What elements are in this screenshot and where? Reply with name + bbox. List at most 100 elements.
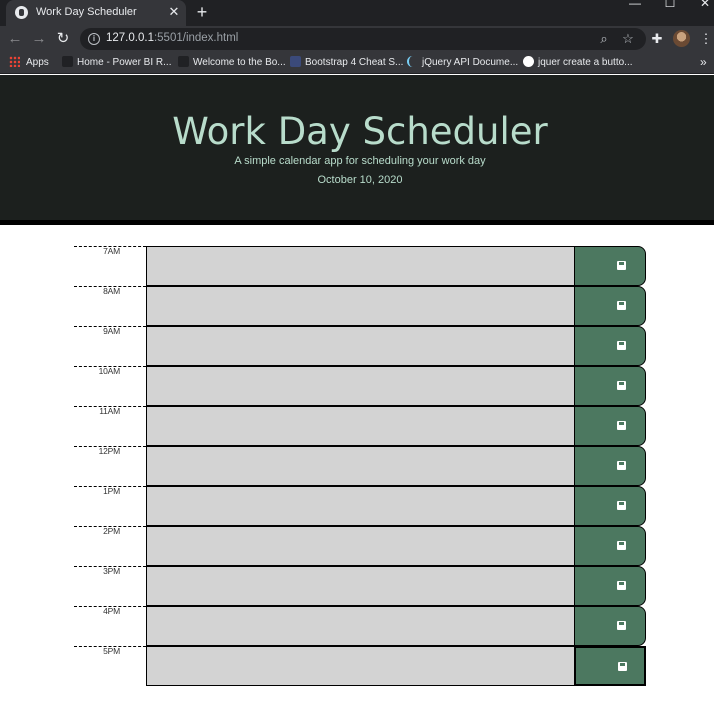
event-textarea[interactable] xyxy=(146,646,574,686)
save-button[interactable] xyxy=(574,446,646,486)
time-block-row: 4PM xyxy=(74,606,647,646)
event-textarea[interactable] xyxy=(146,286,574,326)
h-icon xyxy=(290,56,301,67)
bookmark-jquery[interactable]: jQuery API Docume... xyxy=(407,56,518,70)
bookmarks-overflow-icon[interactable]: » xyxy=(700,55,707,69)
floppy-disk-icon xyxy=(618,662,627,671)
browser-toolbar: ← → ↻ i 127.0.0.1:5501/index.html ⌕ ☆ ✚ … xyxy=(0,26,714,52)
bookmark-google[interactable]: jquer create a butto... xyxy=(523,56,633,70)
hour-cell: 10AM xyxy=(74,366,146,406)
event-textarea[interactable] xyxy=(146,486,574,526)
browser-tabstrip: Work Day Scheduler ✕ + — ☐ ✕ xyxy=(0,0,714,26)
hour-label: 1PM xyxy=(103,486,120,496)
forward-icon[interactable]: → xyxy=(29,29,49,49)
floppy-disk-icon xyxy=(617,341,626,350)
time-block-row: 12PM xyxy=(74,446,647,486)
floppy-disk-icon xyxy=(617,581,626,590)
tab-title: Work Day Scheduler xyxy=(36,6,137,18)
hour-cell: 1PM xyxy=(74,486,146,526)
bookmark-icon xyxy=(178,56,189,67)
extensions-icon[interactable]: ✚ xyxy=(648,30,666,48)
maximize-icon[interactable]: ☐ xyxy=(655,0,685,12)
time-block-row: 7AM xyxy=(74,246,647,286)
jquery-icon xyxy=(407,56,418,67)
hour-label: 3PM xyxy=(103,566,120,576)
hour-cell: 5PM xyxy=(74,646,146,686)
bookmark-welcome[interactable]: Welcome to the Bo... xyxy=(178,56,286,70)
save-button[interactable] xyxy=(574,526,646,566)
event-textarea[interactable] xyxy=(146,446,574,486)
hour-label: 2PM xyxy=(103,526,120,536)
event-textarea[interactable] xyxy=(146,526,574,566)
minimize-icon[interactable]: — xyxy=(620,0,650,12)
event-textarea[interactable] xyxy=(146,366,574,406)
floppy-disk-icon xyxy=(617,461,626,470)
bookmark-bootstrap[interactable]: Bootstrap 4 Cheat S... xyxy=(290,56,403,70)
new-tab-button[interactable]: + xyxy=(192,2,212,22)
zoom-icon[interactable]: ⌕ xyxy=(596,31,612,47)
save-button[interactable] xyxy=(574,326,646,366)
hour-label: 10AM xyxy=(98,366,121,376)
hour-label: 11AM xyxy=(99,406,120,416)
hour-label: 8AM xyxy=(103,286,120,296)
apps-grid-icon xyxy=(9,56,20,67)
floppy-disk-icon xyxy=(617,421,626,430)
event-textarea[interactable] xyxy=(146,326,574,366)
address-bar[interactable]: i 127.0.0.1:5501/index.html ⌕ ☆ xyxy=(80,28,646,50)
floppy-disk-icon xyxy=(617,541,626,550)
floppy-disk-icon xyxy=(617,301,626,310)
hour-cell: 9AM xyxy=(74,326,146,366)
star-icon[interactable]: ☆ xyxy=(620,31,636,47)
page-subtitle: A simple calendar app for scheduling you… xyxy=(234,155,486,167)
time-block-row: 5PM xyxy=(74,646,647,686)
time-block-row: 8AM xyxy=(74,286,647,326)
save-button[interactable] xyxy=(574,646,646,686)
hour-cell: 2PM xyxy=(74,526,146,566)
bookmark-powerbi[interactable]: Home - Power BI R... xyxy=(62,56,171,70)
floppy-disk-icon xyxy=(617,381,626,390)
hour-cell: 4PM xyxy=(74,606,146,646)
google-icon xyxy=(523,56,534,67)
time-block-row: 3PM xyxy=(74,566,647,606)
time-block-row: 10AM xyxy=(74,366,647,406)
hour-cell: 7AM xyxy=(74,246,146,286)
save-button[interactable] xyxy=(574,486,646,526)
event-textarea[interactable] xyxy=(146,566,574,606)
info-icon[interactable]: i xyxy=(88,33,100,45)
hour-cell: 8AM xyxy=(74,286,146,326)
jumbotron-header: Work Day Scheduler A simple calendar app… xyxy=(0,75,714,225)
browser-tab[interactable]: Work Day Scheduler ✕ xyxy=(6,0,186,26)
back-icon[interactable]: ← xyxy=(5,29,25,49)
floppy-disk-icon xyxy=(617,261,626,270)
reload-icon[interactable]: ↻ xyxy=(53,29,73,49)
url-text: 127.0.0.1:5501/index.html xyxy=(106,32,239,44)
save-button[interactable] xyxy=(574,406,646,446)
floppy-disk-icon xyxy=(617,621,626,630)
profile-avatar[interactable] xyxy=(673,30,690,47)
hour-cell: 3PM xyxy=(74,566,146,606)
window-close-icon[interactable]: ✕ xyxy=(690,0,714,12)
save-button[interactable] xyxy=(574,286,646,326)
bookmarks-bar: Apps Home - Power BI R... Welcome to the… xyxy=(0,52,714,74)
time-block-row: 11AM xyxy=(74,406,647,446)
hour-label: 7AM xyxy=(103,246,120,256)
menu-icon[interactable]: ⋮ xyxy=(697,30,714,48)
hour-label: 5PM xyxy=(103,646,120,656)
event-textarea[interactable] xyxy=(146,246,574,286)
event-textarea[interactable] xyxy=(146,606,574,646)
close-tab-icon[interactable]: ✕ xyxy=(166,4,182,20)
page-title: Work Day Scheduler xyxy=(172,110,548,153)
current-day: October 10, 2020 xyxy=(317,174,403,186)
floppy-disk-icon xyxy=(617,501,626,510)
save-button[interactable] xyxy=(574,246,646,286)
save-button[interactable] xyxy=(574,566,646,606)
bookmark-apps[interactable]: Apps xyxy=(9,56,49,70)
save-button[interactable] xyxy=(574,366,646,406)
hour-label: 12PM xyxy=(98,446,121,456)
hour-label: 4PM xyxy=(103,606,120,616)
event-textarea[interactable] xyxy=(146,406,574,446)
hour-cell: 11AM xyxy=(74,406,146,446)
save-button[interactable] xyxy=(574,606,646,646)
hour-label: 9AM xyxy=(103,326,120,336)
globe-icon xyxy=(15,6,28,19)
